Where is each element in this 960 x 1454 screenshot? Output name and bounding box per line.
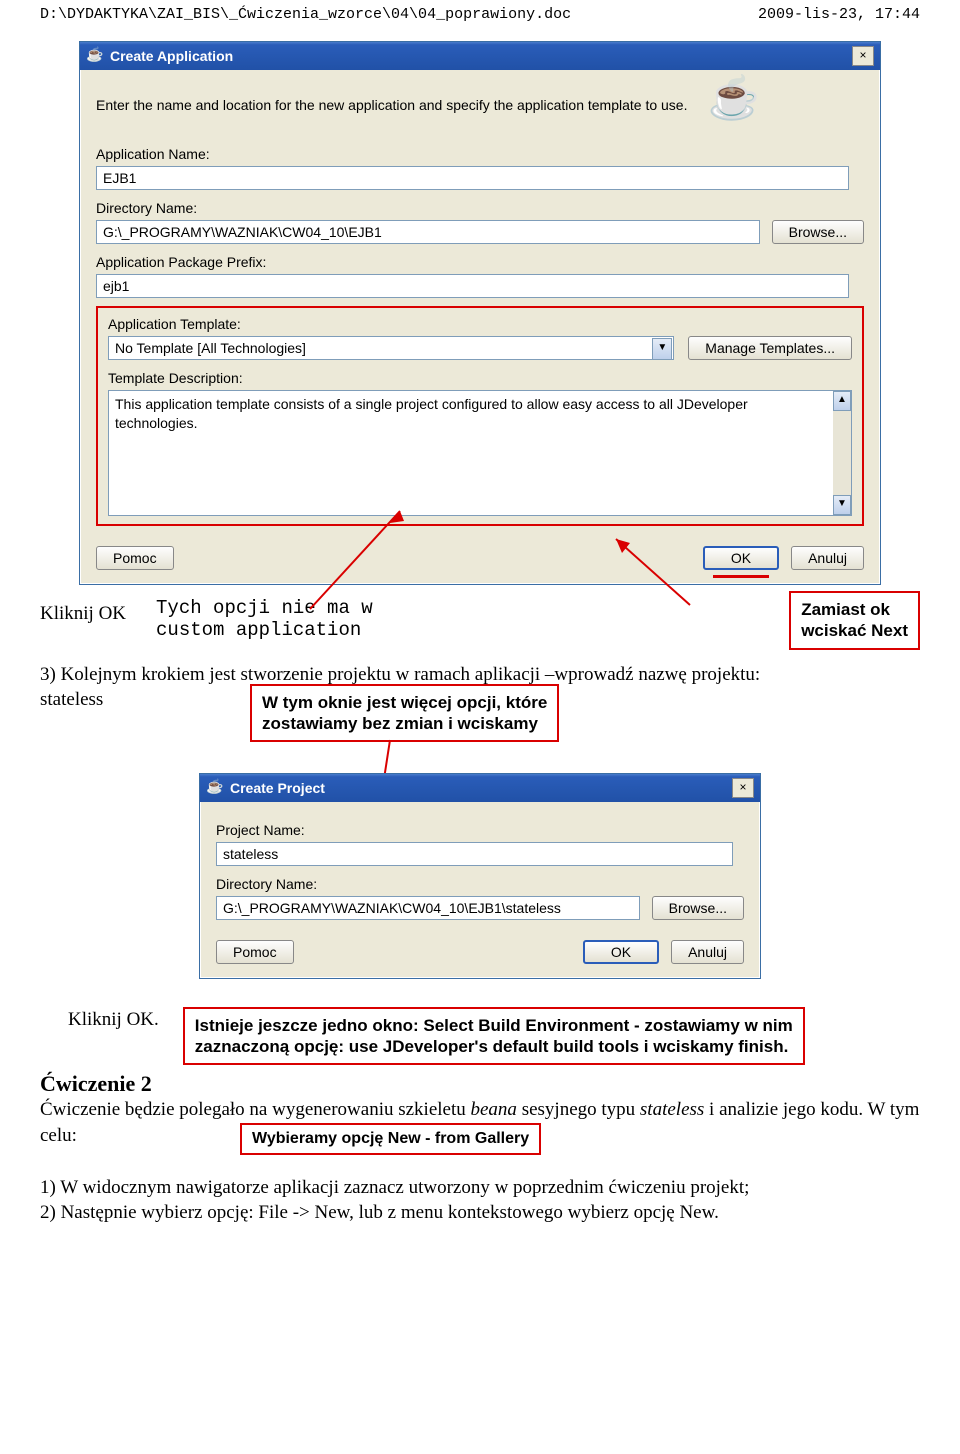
chevron-down-icon[interactable]: ▼ bbox=[652, 338, 672, 360]
desc-textarea[interactable]: This application template consists of a … bbox=[108, 390, 852, 516]
doc-path: D:\DYDAKTYKA\ZAI_BIS\_Ćwiczenia_wzorce\0… bbox=[40, 6, 571, 23]
create-application-dialog: Create Application × Enter the name and … bbox=[79, 41, 881, 585]
create-project-dialog: Create Project × Project Name: Directory… bbox=[199, 773, 761, 979]
wybieramy-annotation: Wybieramy opcję New - from Gallery bbox=[240, 1123, 541, 1155]
intro-text: Enter the name and location for the new … bbox=[96, 96, 688, 115]
click-ok2-text: Kliknij OK. bbox=[68, 1007, 159, 1033]
browse-button[interactable]: Browse... bbox=[772, 220, 864, 244]
proj-name-label: Project Name: bbox=[216, 822, 744, 838]
cw2-step1: 1) W widocznym nawigatorze aplikacji zaz… bbox=[40, 1175, 920, 1201]
tych-annot-line2: custom application bbox=[156, 619, 373, 641]
ok-underline-annotation bbox=[713, 571, 769, 578]
app-name-input[interactable] bbox=[96, 166, 849, 190]
cw2-step2: 2) Następnie wybierz opcję: File -> New,… bbox=[40, 1200, 920, 1226]
close-icon[interactable]: × bbox=[852, 46, 874, 66]
ok-button[interactable]: OK bbox=[703, 546, 779, 570]
click-ok-text: Kliknij OK bbox=[40, 597, 126, 627]
scrollbar[interactable]: ▲ ▼ bbox=[833, 391, 851, 515]
browse-button[interactable]: Browse... bbox=[652, 896, 744, 920]
proj-dir-label: Directory Name: bbox=[216, 876, 744, 892]
pkg-input[interactable] bbox=[96, 274, 849, 298]
cw2-heading: Ćwiczenie 2 bbox=[40, 1071, 920, 1097]
cw2-para: Ćwiczenie będzie polegało na wygenerowan… bbox=[40, 1097, 920, 1148]
app-name-label: Application Name: bbox=[96, 146, 864, 162]
arrow-tych bbox=[300, 505, 420, 615]
desc-label: Template Description: bbox=[108, 370, 852, 386]
template-select[interactable]: No Template [All Technologies] ▼ bbox=[108, 336, 674, 360]
anuluj-button[interactable]: Anuluj bbox=[671, 940, 744, 964]
doc-timestamp: 2009-lis-23, 17:44 bbox=[758, 6, 920, 23]
arrow-zamiast bbox=[610, 533, 700, 615]
close-icon[interactable]: × bbox=[732, 778, 754, 798]
dialog-title-text: Create Project bbox=[230, 780, 726, 796]
dialog-title-text: Create Application bbox=[110, 48, 846, 64]
wiecej-annotation: W tym oknie jest więcej opcji, które zos… bbox=[250, 684, 559, 743]
manage-templates-button[interactable]: Manage Templates... bbox=[688, 336, 852, 360]
scroll-down-icon[interactable]: ▼ bbox=[833, 495, 851, 515]
scroll-up-icon[interactable]: ▲ bbox=[833, 391, 851, 411]
pomoc-button[interactable]: Pomoc bbox=[96, 546, 174, 570]
coffee-icon bbox=[206, 779, 224, 797]
coffee-big-icon bbox=[708, 80, 768, 130]
istnieje-annotation: Istnieje jeszcze jedno okno: Select Buil… bbox=[183, 1007, 805, 1066]
pomoc-button[interactable]: Pomoc bbox=[216, 940, 294, 964]
proj-name-input[interactable] bbox=[216, 842, 733, 866]
template-highlight-box: Application Template: No Template [All T… bbox=[96, 306, 864, 526]
coffee-icon bbox=[86, 47, 104, 65]
dir-label: Directory Name: bbox=[96, 200, 864, 216]
template-label: Application Template: bbox=[108, 316, 852, 332]
template-select-value: No Template [All Technologies] bbox=[108, 336, 674, 360]
zamiast-annotation: Zamiast ok wciskać Next bbox=[789, 591, 920, 650]
pkg-label: Application Package Prefix: bbox=[96, 254, 864, 270]
proj-dir-input[interactable] bbox=[216, 896, 640, 920]
anuluj-button[interactable]: Anuluj bbox=[791, 546, 864, 570]
ok-button[interactable]: OK bbox=[583, 940, 659, 964]
dir-input[interactable] bbox=[96, 220, 760, 244]
